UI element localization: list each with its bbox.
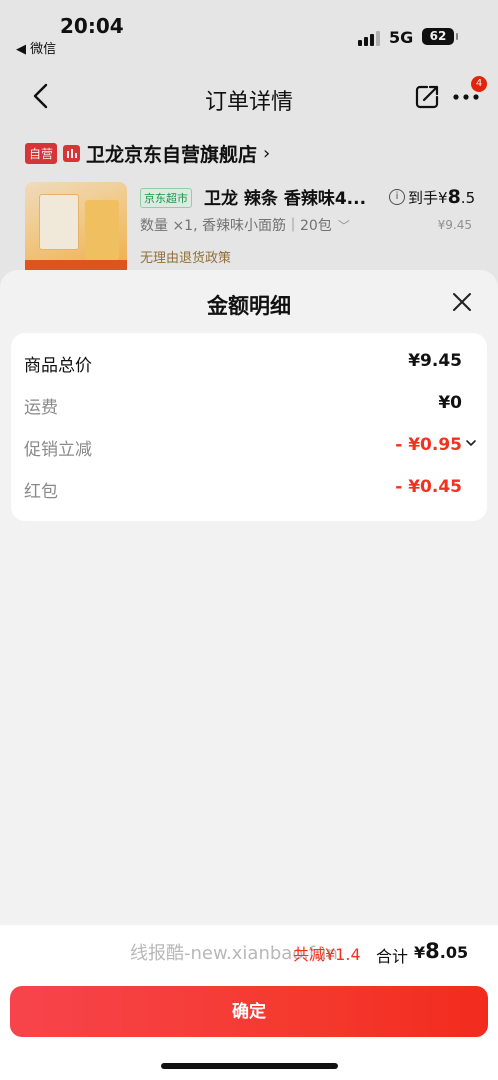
total-saved: 共减¥1.4 xyxy=(293,945,361,964)
row-promotion[interactable]: 促销立减 - ¥0.95 xyxy=(11,431,487,461)
goods-total-label: 商品总价 xyxy=(24,356,92,376)
total-amount: ¥8.05 xyxy=(414,939,468,963)
confirm-button[interactable]: 确定 xyxy=(10,986,488,1037)
total-dec: .05 xyxy=(439,943,469,962)
row-shipping: 运费 ¥0 xyxy=(11,389,487,419)
total-label: 合计 xyxy=(376,947,409,966)
row-goods-total: 商品总价 ¥9.45 xyxy=(11,347,487,377)
amount-detail-card: 商品总价 ¥9.45 运费 ¥0 促销立减 - ¥0.95 红包 - ¥0.45 xyxy=(11,333,487,521)
red-packet-label: 红包 xyxy=(24,482,58,502)
close-icon[interactable] xyxy=(451,291,473,313)
total-int: 8 xyxy=(425,939,440,963)
total-currency: ¥ xyxy=(414,943,426,962)
sheet-footer: 线报酷-new.xianbao.fun 共减¥1.4 合计 ¥8.05 确定 xyxy=(0,925,498,1080)
order-detail-background: 20:04 ◀ 微信 5G 62 订单详情 4 自营 卫龙京东自营旗舰店 › 京… xyxy=(0,0,498,300)
row-red-packet: 红包 - ¥0.45 xyxy=(11,473,487,503)
goods-total-value: ¥9.45 xyxy=(408,351,462,371)
shipping-value: ¥0 xyxy=(438,393,462,413)
chevron-down-icon[interactable] xyxy=(465,437,477,449)
home-indicator[interactable] xyxy=(161,1063,338,1069)
red-packet-value: - ¥0.45 xyxy=(395,477,462,497)
shipping-label: 运费 xyxy=(24,398,58,418)
modal-backdrop[interactable] xyxy=(0,0,498,300)
sheet-title: 金额明细 xyxy=(207,294,291,318)
promotion-label: 促销立减 xyxy=(24,440,92,460)
promotion-value: - ¥0.95 xyxy=(395,435,462,455)
